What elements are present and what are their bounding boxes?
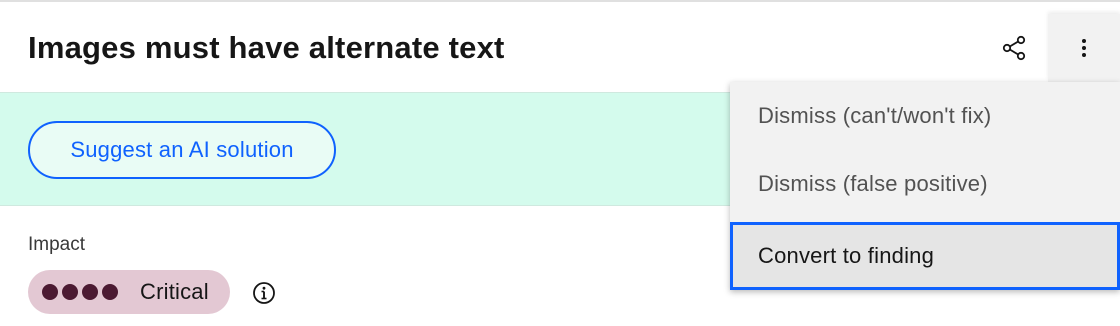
issue-header: Images must have alternate text — [0, 2, 1120, 92]
severity-dot — [82, 284, 98, 300]
severity-level-indicator — [42, 284, 118, 300]
menu-item-dismiss-false-positive[interactable]: Dismiss (false positive) — [730, 150, 1120, 218]
overflow-menu-button[interactable] — [1048, 14, 1120, 82]
share-button[interactable] — [988, 24, 1040, 72]
information-icon[interactable] — [252, 281, 276, 305]
severity-dot — [62, 284, 78, 300]
impact-severity-tag: Critical — [28, 270, 230, 314]
overflow-menu: Dismiss (can't/won't fix) Dismiss (false… — [730, 82, 1120, 290]
severity-dot — [42, 284, 58, 300]
impact-label: Impact — [28, 234, 86, 255]
menu-item-dismiss-cant-fix[interactable]: Dismiss (can't/won't fix) — [730, 82, 1120, 150]
issue-title: Images must have alternate text — [28, 30, 505, 65]
severity-label: Critical — [140, 279, 209, 304]
suggest-ai-solution-button[interactable]: Suggest an AI solution — [28, 121, 336, 179]
share-icon — [1002, 35, 1026, 61]
severity-dot — [102, 284, 118, 300]
overflow-menu-vertical-icon — [1082, 39, 1086, 57]
menu-item-convert-to-finding[interactable]: Convert to finding — [730, 222, 1120, 290]
